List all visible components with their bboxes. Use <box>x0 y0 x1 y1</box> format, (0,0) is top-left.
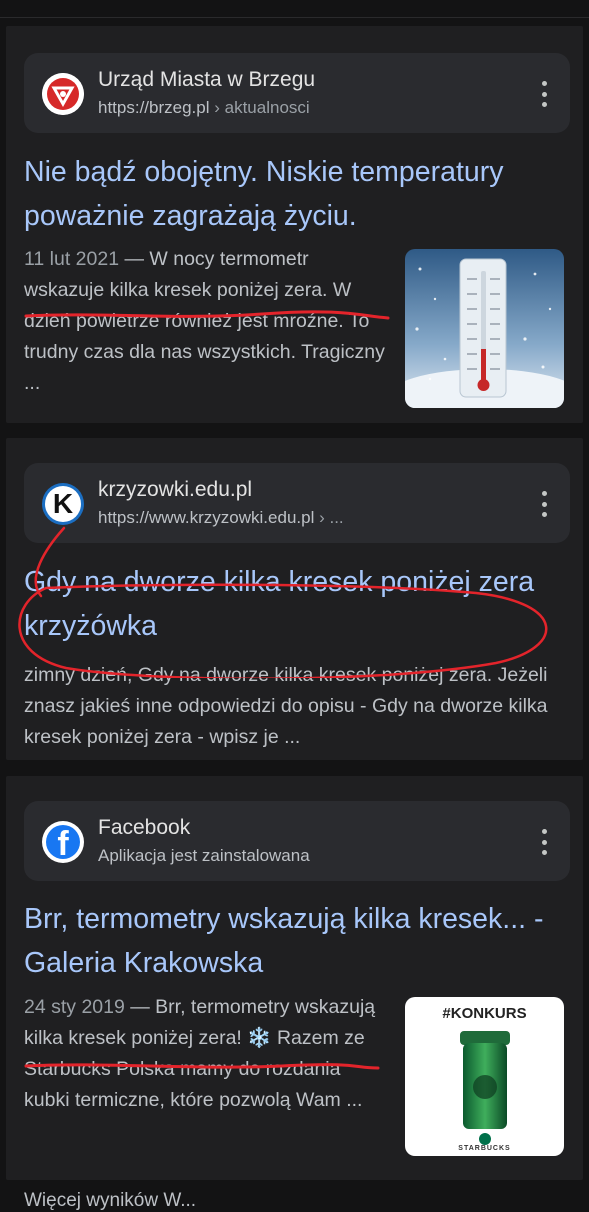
thermometer-snow-thumbnail[interactable] <box>405 249 564 408</box>
source-url: https://www.krzyzowki.edu.pl › ... <box>98 508 344 527</box>
source-url: https://brzeg.pl › aktualnosci <box>98 98 310 117</box>
result-title-link[interactable]: Gdy na dworze kilka kresek poniżej zera … <box>24 560 544 648</box>
more-options-icon[interactable] <box>536 491 552 517</box>
result-source-chip[interactable]: Urząd Miasta w Brzegu https://brzeg.pl ›… <box>24 53 570 133</box>
facebook-icon: f <box>42 821 84 863</box>
search-result-card: f Facebook Aplikacja jest zainstalowana … <box>6 776 583 1180</box>
result-title-link[interactable]: Nie bądź obojętny. Niskie temperatury po… <box>24 150 564 238</box>
search-result-card: Urząd Miasta w Brzegu https://brzeg.pl ›… <box>6 26 583 423</box>
source-name: Urząd Miasta w Brzegu <box>98 68 316 91</box>
more-options-icon[interactable] <box>536 829 552 855</box>
result-source-chip[interactable]: K krzyzowki.edu.pl https://www.krzyzowki… <box>24 463 570 543</box>
source-name: Facebook <box>98 816 191 839</box>
result-snippet: 11 lut 2021 — W nocy termometr wskazuje … <box>24 248 385 394</box>
result-snippet: 24 sty 2019 — Brr, termometry wskazują k… <box>24 996 376 1111</box>
krzyzowki-logo-icon: K <box>42 483 84 525</box>
app-installed-label: Aplikacja jest zainstalowana <box>98 846 310 865</box>
more-options-icon[interactable] <box>536 81 552 107</box>
result-title-link[interactable]: Brr, termometry wskazują kilka kresek...… <box>24 897 564 985</box>
result-snippet: zimny dzień, Gdy na dworze kilka kresek … <box>24 664 548 748</box>
source-name: krzyzowki.edu.pl <box>98 478 253 501</box>
result-source-chip[interactable]: f Facebook Aplikacja jest zainstalowana <box>24 801 570 881</box>
search-result-card: K krzyzowki.edu.pl https://www.krzyzowki… <box>6 438 583 760</box>
brzeg-crest-icon <box>42 73 84 115</box>
next-result-partial: Więcej wyników W... <box>24 1190 197 1211</box>
top-edge <box>0 0 589 18</box>
starbucks-tumbler-thumbnail[interactable]: #KONKURS STARBUCKS <box>405 997 564 1156</box>
